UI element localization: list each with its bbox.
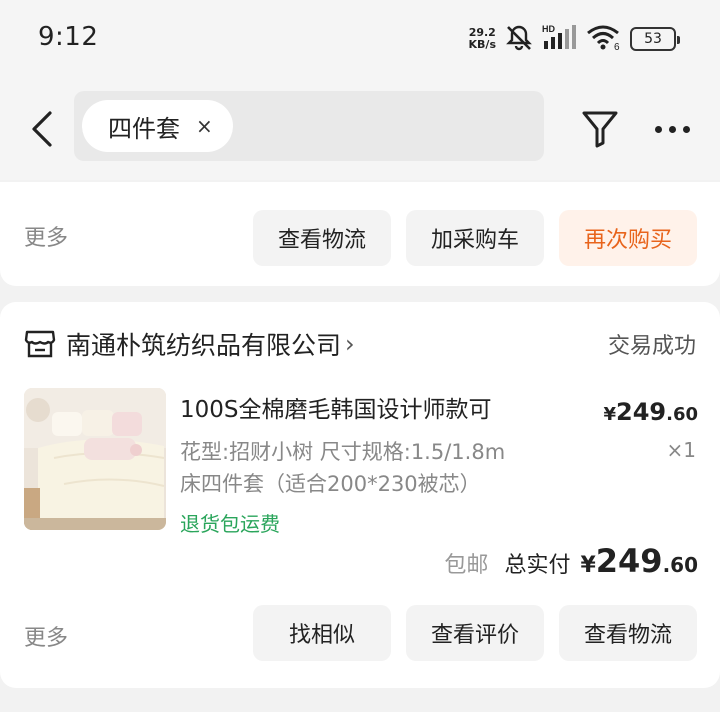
view-reviews-button[interactable]: 查看评价 <box>406 605 544 661</box>
net-speed-icon: 29.2 KB/s <box>469 27 496 51</box>
wifi-icon: 6 <box>586 23 622 55</box>
back-button[interactable] <box>24 104 60 154</box>
svg-text:HD: HD <box>542 24 555 34</box>
total-row: 包邮 总实付 ¥249.60 <box>444 542 698 580</box>
filter-button[interactable] <box>578 104 622 154</box>
unit-price: ¥249.60 <box>603 398 698 426</box>
close-icon[interactable]: × <box>196 114 213 138</box>
status-time: 9:12 <box>38 22 99 52</box>
chevron-right-icon: › <box>345 330 355 358</box>
chevron-left-icon <box>32 111 52 147</box>
total-decimal: .60 <box>662 553 698 577</box>
total-currency: ¥ <box>580 553 596 578</box>
total-integer: 249 <box>595 542 663 580</box>
view-logistics-button[interactable]: 查看物流 <box>253 210 391 266</box>
battery-level: 53 <box>644 31 662 47</box>
price-integer: 249 <box>616 398 667 426</box>
status-bar: 9:12 29.2 KB/s HD 6 53 <box>0 0 720 80</box>
more-link[interactable]: 更多 <box>24 620 68 652</box>
search-chip[interactable]: 四件套 × <box>82 100 233 152</box>
mute-icon <box>504 23 534 55</box>
more-dot <box>654 125 662 133</box>
more-link[interactable]: 更多 <box>24 220 68 252</box>
price-currency: ¥ <box>603 404 616 425</box>
svg-text:6: 6 <box>614 42 620 51</box>
battery-icon: 53 <box>630 27 680 51</box>
add-to-purchase-cart-button[interactable]: 加采购车 <box>406 210 544 266</box>
search-chip-label: 四件套 <box>108 114 180 143</box>
product-spec-line: 床四件套（适合200*230被芯） <box>180 472 481 496</box>
net-speed-unit: KB/s <box>468 38 496 51</box>
product-spec: 花型:招财小树 尺寸规格:1.5/1.8m 床四件套（适合200*230被芯） <box>180 436 560 500</box>
price-decimal: .60 <box>666 404 698 425</box>
total-label: 总实付 <box>504 553 571 578</box>
product-image[interactable] <box>24 388 166 530</box>
nav-bar: 四件套 × <box>0 80 720 180</box>
view-logistics-button[interactable]: 查看物流 <box>559 605 697 661</box>
shop-name[interactable]: 南通朴筑纺织品有限公司 <box>66 326 341 362</box>
free-shipping-label: 包邮 <box>444 553 489 578</box>
shop-icon <box>24 328 56 360</box>
search-box[interactable]: 四件套 × <box>74 91 544 161</box>
previous-order-card: 更多 查看物流 加采购车 再次购买 <box>0 182 720 286</box>
shop-header[interactable]: 南通朴筑纺织品有限公司 › 交易成功 <box>24 322 696 366</box>
free-return-shipping-tag: 退货包运费 <box>180 512 280 536</box>
more-dot <box>682 125 690 133</box>
product-spec-line: 花型:招财小树 尺寸规格:1.5/1.8m <box>180 440 506 464</box>
order-card[interactable]: 南通朴筑纺织品有限公司 › 交易成功 100S全棉磨毛韩国设计师款可 花型:招财… <box>0 302 720 688</box>
quantity: ×1 <box>666 438 696 462</box>
product-title[interactable]: 100S全棉磨毛韩国设计师款可 <box>180 390 580 424</box>
buy-again-button[interactable]: 再次购买 <box>559 210 697 266</box>
hd-signal-icon: HD <box>542 23 578 55</box>
more-dot <box>668 125 676 133</box>
order-status: 交易成功 <box>607 334 696 359</box>
find-similar-button[interactable]: 找相似 <box>253 605 391 661</box>
total-price: ¥249.60 <box>580 542 698 580</box>
filter-icon <box>582 111 618 148</box>
more-button[interactable] <box>644 104 700 154</box>
status-icons: 29.2 KB/s HD 6 53 <box>469 22 680 56</box>
